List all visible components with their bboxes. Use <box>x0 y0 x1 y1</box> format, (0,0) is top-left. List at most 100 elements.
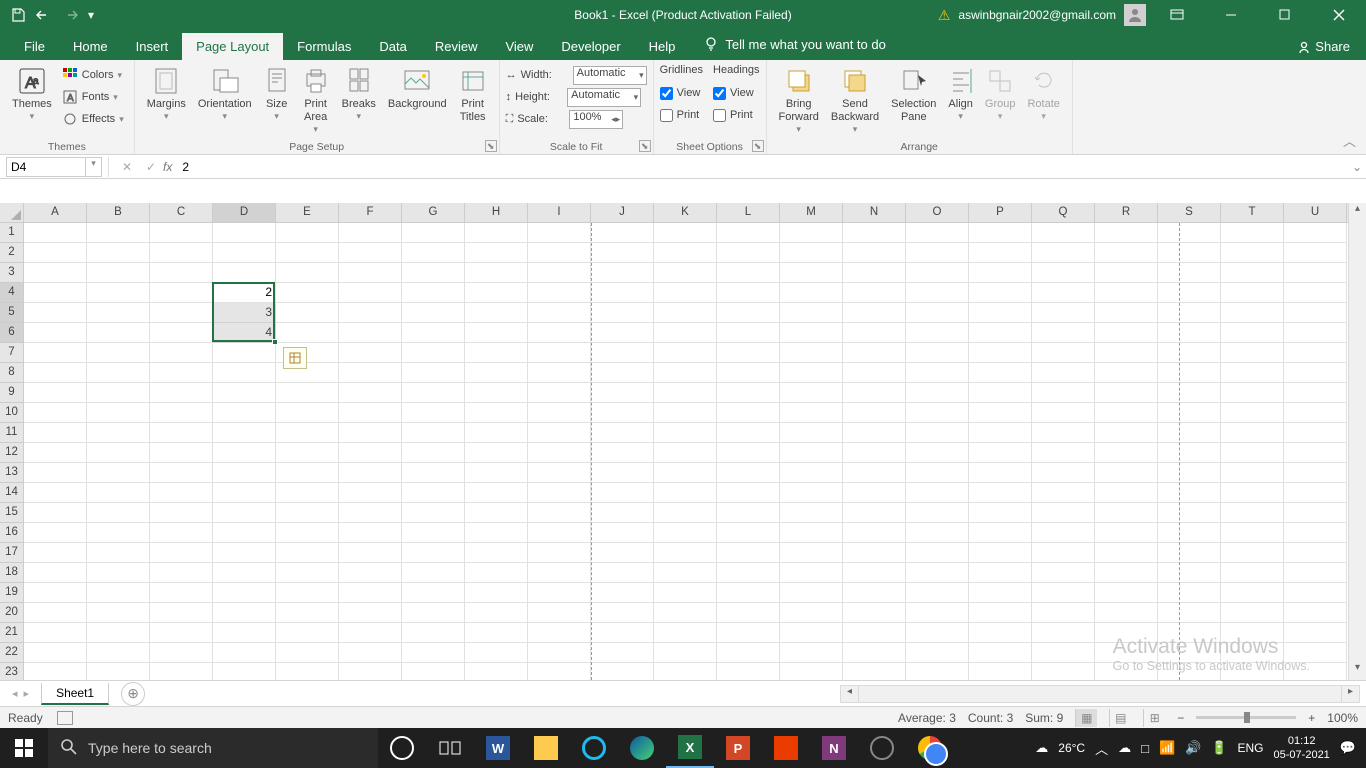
column-header[interactable]: K <box>654 203 717 222</box>
cell[interactable] <box>528 603 591 623</box>
cell[interactable] <box>906 603 969 623</box>
notifications-icon[interactable]: 💬 <box>1340 740 1356 756</box>
cell[interactable] <box>654 443 717 463</box>
effects-button[interactable]: Effects▾ <box>58 108 128 130</box>
cell[interactable] <box>402 363 465 383</box>
cell[interactable] <box>843 243 906 263</box>
cell[interactable] <box>276 463 339 483</box>
cell[interactable] <box>276 403 339 423</box>
cell[interactable] <box>276 643 339 663</box>
cell[interactable] <box>1095 283 1158 303</box>
cell[interactable] <box>339 623 402 643</box>
cell[interactable] <box>24 543 87 563</box>
cell[interactable] <box>276 623 339 643</box>
cell[interactable] <box>1032 443 1095 463</box>
cell[interactable] <box>906 423 969 443</box>
cell[interactable] <box>654 503 717 523</box>
cell[interactable] <box>654 243 717 263</box>
row-header[interactable]: 14 <box>0 483 23 503</box>
cell[interactable] <box>465 223 528 243</box>
cell[interactable] <box>402 623 465 643</box>
sheet-nav[interactable]: ◂▸ <box>0 687 41 700</box>
cell[interactable] <box>87 303 150 323</box>
cell[interactable] <box>1032 403 1095 423</box>
cell[interactable] <box>969 483 1032 503</box>
cell[interactable] <box>87 503 150 523</box>
cell[interactable] <box>1284 563 1347 583</box>
cell[interactable] <box>528 363 591 383</box>
cell[interactable] <box>528 423 591 443</box>
cell[interactable]: 3 <box>213 303 276 323</box>
cell[interactable] <box>465 283 528 303</box>
cell[interactable] <box>339 563 402 583</box>
tab-developer[interactable]: Developer <box>547 33 634 60</box>
cell[interactable] <box>24 323 87 343</box>
cell[interactable] <box>654 603 717 623</box>
cell[interactable] <box>780 483 843 503</box>
close-button[interactable] <box>1316 0 1362 30</box>
row-header[interactable]: 5 <box>0 303 23 323</box>
cell[interactable] <box>276 303 339 323</box>
cell[interactable] <box>24 443 87 463</box>
cell[interactable] <box>717 503 780 523</box>
cell[interactable] <box>1284 263 1347 283</box>
cell[interactable] <box>1032 343 1095 363</box>
cell[interactable] <box>465 363 528 383</box>
cell[interactable] <box>276 523 339 543</box>
column-header[interactable]: U <box>1284 203 1347 222</box>
page-break-view-icon[interactable]: ⊞ <box>1143 709 1165 727</box>
row-header[interactable]: 12 <box>0 443 23 463</box>
cell[interactable] <box>87 463 150 483</box>
cell[interactable] <box>1158 383 1221 403</box>
cell[interactable] <box>465 563 528 583</box>
cell[interactable] <box>654 323 717 343</box>
cell[interactable] <box>339 603 402 623</box>
cell[interactable] <box>780 463 843 483</box>
cell[interactable] <box>717 363 780 383</box>
cell[interactable] <box>654 483 717 503</box>
column-header[interactable]: T <box>1221 203 1284 222</box>
cell[interactable] <box>843 323 906 343</box>
cell[interactable] <box>654 623 717 643</box>
autofill-options-button[interactable] <box>283 347 307 369</box>
cell[interactable] <box>213 443 276 463</box>
name-box-dropdown-icon[interactable]: ▾ <box>85 158 101 176</box>
tab-review[interactable]: Review <box>421 33 492 60</box>
cell[interactable] <box>465 303 528 323</box>
cell[interactable] <box>654 363 717 383</box>
cell[interactable] <box>339 363 402 383</box>
cell[interactable] <box>276 263 339 283</box>
row-header[interactable]: 8 <box>0 363 23 383</box>
cell[interactable] <box>24 363 87 383</box>
fonts-button[interactable]: AFonts▾ <box>58 86 128 108</box>
cell[interactable] <box>1095 483 1158 503</box>
cell[interactable] <box>906 363 969 383</box>
cell[interactable] <box>1221 583 1284 603</box>
row-header[interactable]: 2 <box>0 243 23 263</box>
cell[interactable] <box>1284 323 1347 343</box>
cell[interactable] <box>276 383 339 403</box>
cell[interactable] <box>1284 543 1347 563</box>
cell[interactable] <box>528 323 591 343</box>
cell[interactable] <box>1095 343 1158 363</box>
cell[interactable] <box>213 563 276 583</box>
cell[interactable] <box>1284 443 1347 463</box>
column-header[interactable]: Q <box>1032 203 1095 222</box>
cell[interactable] <box>1158 503 1221 523</box>
cell[interactable] <box>213 363 276 383</box>
weather-temp[interactable]: 26°C <box>1058 741 1085 755</box>
cell[interactable] <box>1284 603 1347 623</box>
cell[interactable] <box>969 463 1032 483</box>
scroll-up-icon[interactable]: ▴ <box>1349 203 1366 221</box>
cell[interactable] <box>402 263 465 283</box>
cell[interactable] <box>780 223 843 243</box>
cortana-icon[interactable] <box>378 728 426 768</box>
cell[interactable] <box>339 643 402 663</box>
cell[interactable] <box>1158 563 1221 583</box>
column-header[interactable]: I <box>528 203 591 222</box>
cell[interactable] <box>717 563 780 583</box>
cell[interactable] <box>969 443 1032 463</box>
cell[interactable] <box>24 563 87 583</box>
cell[interactable] <box>717 643 780 663</box>
cell[interactable] <box>150 363 213 383</box>
